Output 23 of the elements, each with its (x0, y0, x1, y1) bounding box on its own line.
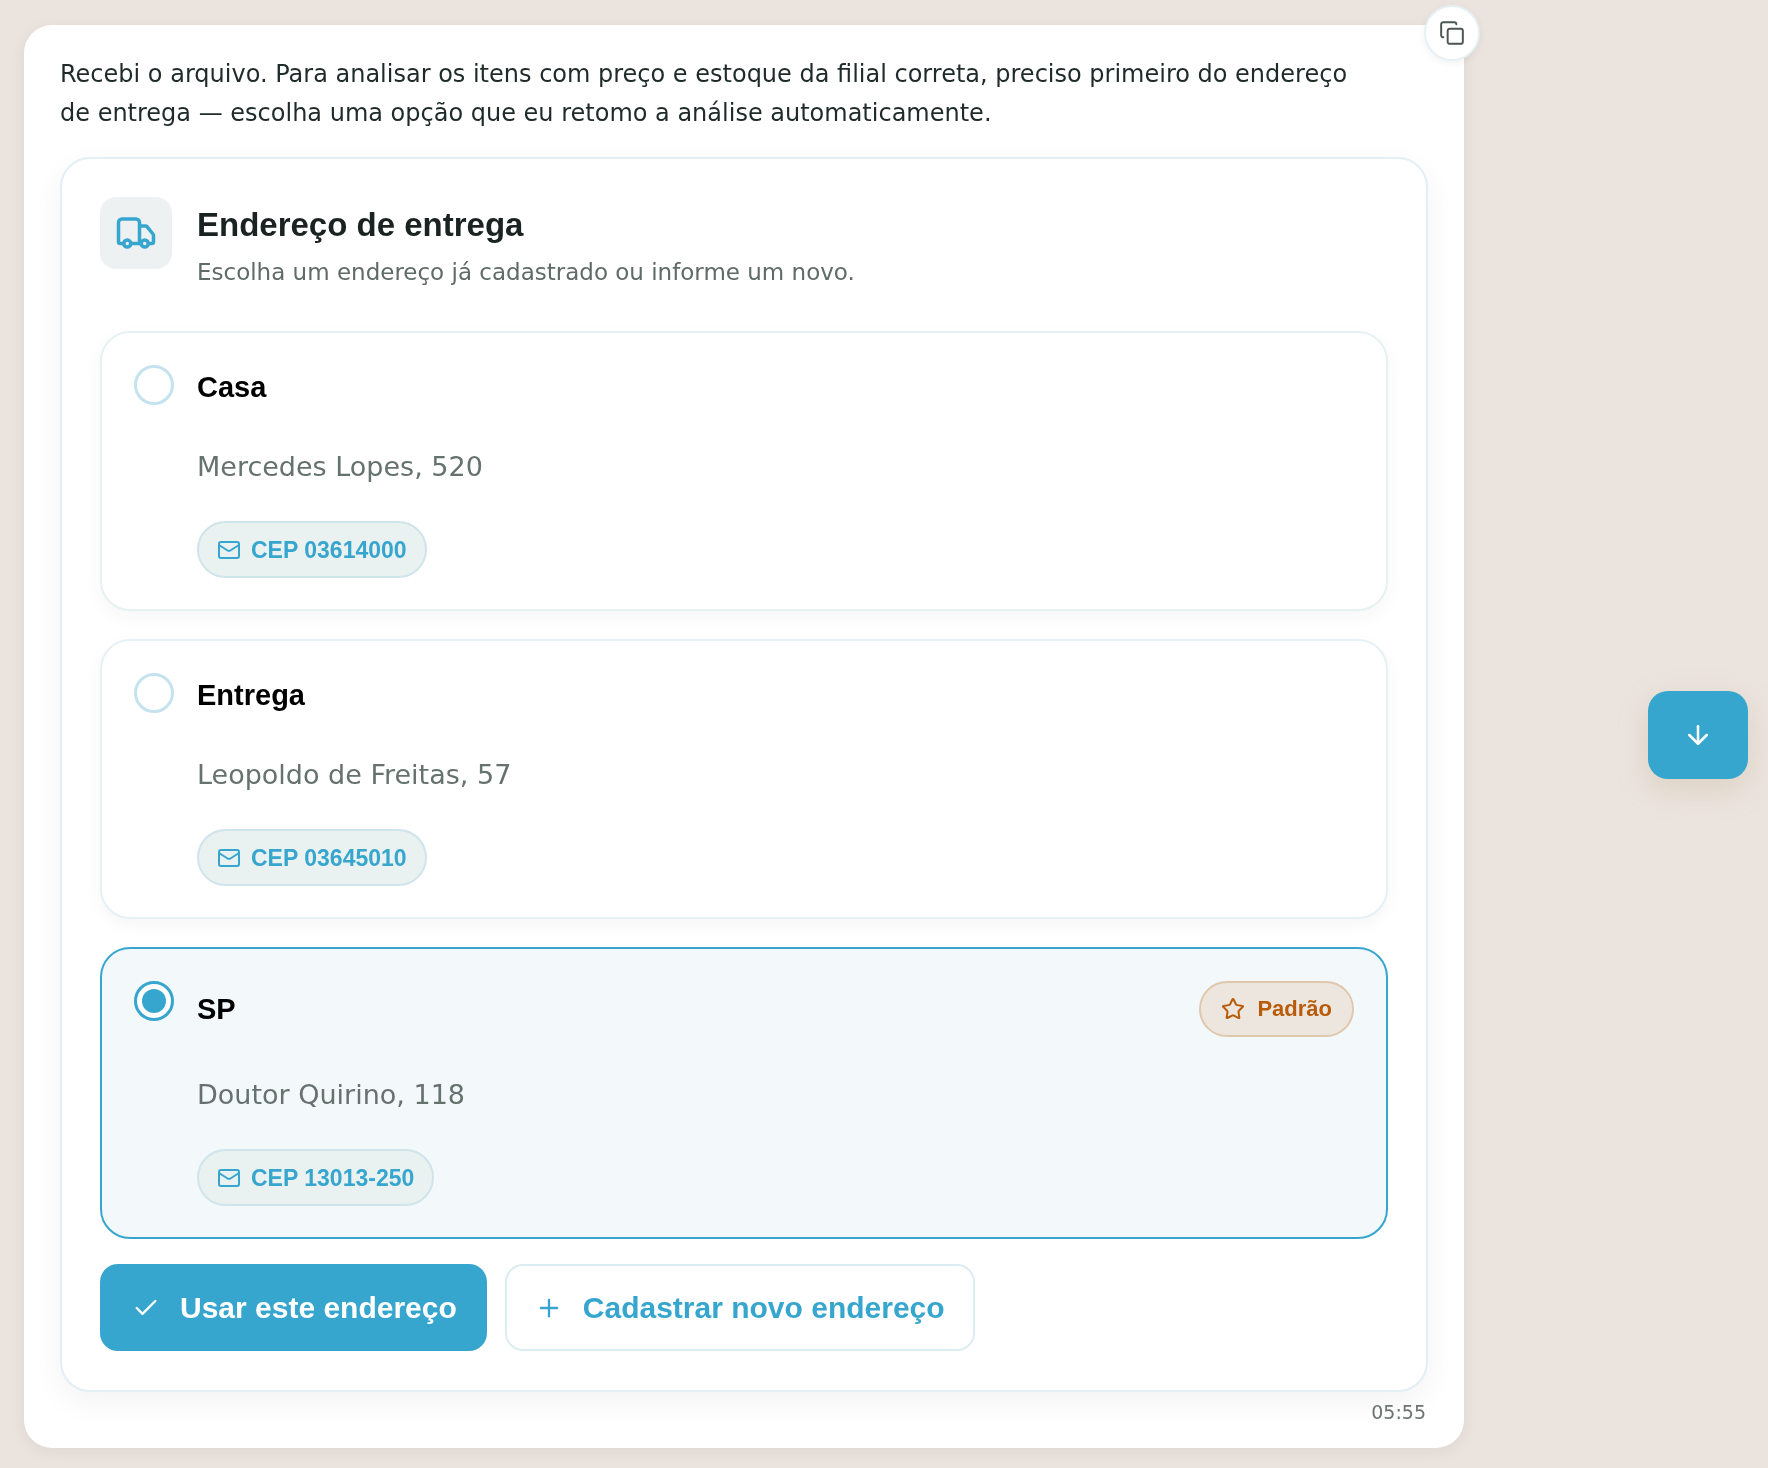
copy-button[interactable] (1424, 5, 1480, 61)
address-option[interactable]: SP Padrão Doutor Quirino, 118 CEP 13013-250 (100, 947, 1388, 1239)
street-address: Doutor Quirino, 118 (197, 1078, 466, 1112)
address-option[interactable]: Entrega Leopoldo de Freitas, 57 CEP 03645010 (100, 639, 1388, 919)
address-option[interactable]: Casa Mercedes Lopes, 520 CEP 03614000 (100, 331, 1388, 611)
message-text: Recebi o arquivo. Para analisar os itens com preço e estoque da filial correta, preciso primeiro do endereço de entrega — escolha uma opção que eu retomo a análise automaticamente. (60, 59, 1349, 129)
street-address: Mercedes Lopes, 520 (197, 450, 484, 484)
truck-icon (100, 197, 172, 269)
postal-code: CEP 03614000 (251, 535, 407, 564)
message-time: 05:55 (1371, 1400, 1426, 1424)
postal-code: CEP 13013-250 (251, 1163, 415, 1192)
picker-subtitle: Escolha um endereço já cadastrado ou informe um novo. (197, 258, 855, 287)
star-icon (1221, 997, 1246, 1021)
address-name: Casa (197, 370, 267, 404)
radio-button[interactable] (134, 981, 174, 1021)
default-label: Padrão (1257, 995, 1332, 1023)
street-address: Leopoldo de Freitas, 57 (197, 758, 513, 792)
picker-title: Endereço de entrega (197, 205, 525, 245)
address-name: Entrega (197, 678, 305, 712)
scroll-down-button[interactable] (1648, 691, 1748, 779)
address-name: SP (197, 992, 236, 1026)
postal-code: CEP 03645010 (251, 843, 407, 872)
copy-icon (1439, 20, 1465, 46)
